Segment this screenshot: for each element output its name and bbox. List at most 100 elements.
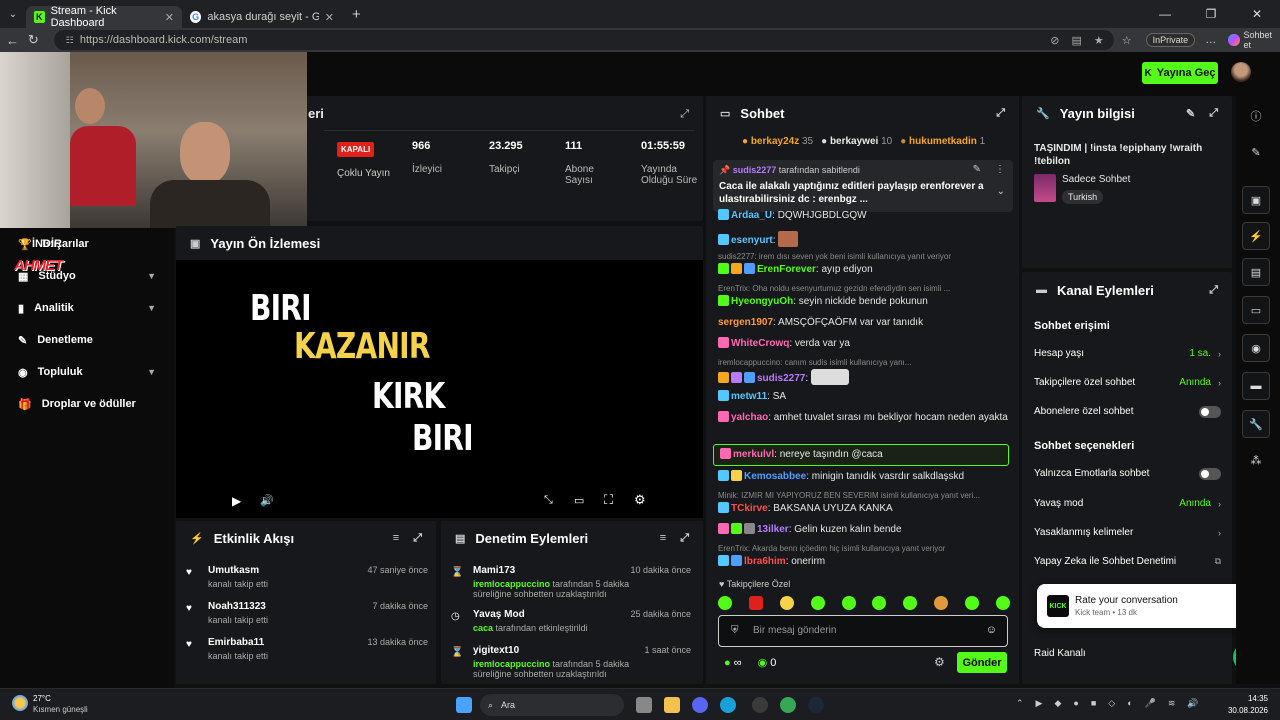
mod-by[interactable]: caca <box>473 623 493 633</box>
filter-icon[interactable]: ≡ <box>660 532 666 545</box>
lightning-icon[interactable]: ⚡ <box>1242 222 1270 250</box>
url-field[interactable]: ☷ https://dashboard.kick.com/stream ⊘ ▤ … <box>53 30 1114 50</box>
emote-icon[interactable] <box>748 596 763 610</box>
settings-gear-icon[interactable]: ⚙ <box>634 492 646 508</box>
tray-icon[interactable]: ◆ <box>1054 698 1061 709</box>
start-icon[interactable] <box>456 697 472 713</box>
close-window-icon[interactable]: ✕ <box>1234 7 1280 21</box>
copilot-button[interactable]: Sohbet et <box>1228 30 1280 50</box>
tracking-icon[interactable]: ⊘ <box>1050 34 1059 47</box>
emote-icon[interactable] <box>779 596 794 610</box>
tab-kick-dashboard[interactable]: K Stream - Kick Dashboard ✕ <box>26 5 182 29</box>
inprivate-badge[interactable]: InPrivate <box>1145 33 1196 47</box>
chat-username[interactable]: sergen1907 <box>718 317 773 328</box>
chat-username[interactable]: Kemosabbee <box>744 471 806 482</box>
emote-icon[interactable] <box>995 596 1010 610</box>
chat-username[interactable]: yalchao <box>731 412 768 423</box>
chat-username[interactable]: ErenForever <box>757 264 816 275</box>
send-button[interactable]: Gönder <box>957 652 1007 673</box>
weather-icon[interactable] <box>12 695 28 711</box>
window-icon[interactable]: ▬ <box>1242 372 1270 400</box>
ai-mod-row[interactable]: Yapay Zeka ile Sohbet Denetimi ⧉ <box>1034 556 1221 567</box>
maximize-icon[interactable]: ❐ <box>1188 7 1234 21</box>
raid-row[interactable]: Raid Kanalı <box>1034 648 1221 659</box>
chat-username[interactable]: Ardaa_U <box>731 210 772 221</box>
gifter-name[interactable]: berkaywei <box>830 136 878 147</box>
tray-icon[interactable]: ■ <box>1091 698 1096 709</box>
points-icon[interactable]: ● ∞ <box>724 657 742 669</box>
pinned-message[interactable]: 📌 sudis2277 tarafından sabitlendi ✎ ⋮ Cac… <box>713 160 1013 212</box>
emote-icon[interactable] <box>903 596 918 610</box>
chat-username[interactable]: merkulvl <box>733 449 774 460</box>
new-tab-icon[interactable]: + <box>352 6 361 23</box>
tray-icon[interactable]: ◇ <box>1108 698 1115 709</box>
volume-icon[interactable]: 🔊 <box>260 494 274 507</box>
tray-icon[interactable]: ◐ <box>1127 698 1132 709</box>
gifter-name[interactable]: hukumetkadin <box>909 136 977 147</box>
app-icon[interactable] <box>752 697 768 713</box>
tray-icon[interactable]: ● <box>1073 698 1078 709</box>
taskbar-search[interactable]: ⌕ Ara <box>480 694 624 716</box>
followers-chat-row[interactable]: Takipçilere özel sohbet Anında › <box>1034 377 1221 388</box>
chat-icon[interactable]: ▭ <box>1242 296 1270 324</box>
tray-icon[interactable]: ⌃ <box>1016 698 1024 709</box>
chat-username[interactable]: lbra6him <box>744 556 786 567</box>
edit-icon[interactable]: ✎ <box>1186 107 1195 120</box>
account-age-row[interactable]: Hesap yaşı 1 sa. › <box>1034 348 1221 359</box>
edit-icon[interactable]: ✎ <box>1242 138 1270 166</box>
chat-username[interactable]: HyeongyuOh <box>731 296 793 307</box>
notification-toast[interactable]: KICK Rate your conversation Kick team • … <box>1037 584 1263 628</box>
emote-icon[interactable] <box>872 596 887 610</box>
sidebar-item-analytics[interactable]: ▮ Analitik ▼ <box>0 292 174 324</box>
chrome-icon[interactable] <box>780 697 796 713</box>
popout-icon[interactable]: ⤡ <box>544 494 553 507</box>
emote-icon[interactable] <box>965 596 979 610</box>
back-icon[interactable]: ← <box>2 33 23 48</box>
emoji-icon[interactable]: ☺ <box>986 624 997 636</box>
mic-icon[interactable]: 🎤 <box>1145 698 1156 709</box>
expand-icon[interactable]: ⤢ <box>680 532 689 545</box>
preview-video[interactable]: BIRI KAZANIR KIRK BIRI ▶ 🔊 ⤡ ▭ ⛶ ⚙ <box>176 260 703 518</box>
speaker-icon[interactable]: 🔊 <box>1187 698 1198 709</box>
emote-icon[interactable] <box>934 596 949 610</box>
sidebar-item-community[interactable]: ◉ Topluluk ▼ <box>0 356 174 388</box>
close-tab-icon[interactable]: ✕ <box>325 11 334 24</box>
go-live-button[interactable]: K Yayına Geç <box>1142 62 1218 84</box>
wrench-icon[interactable]: 🔧 <box>1242 410 1270 438</box>
community-icon[interactable]: ⁂ <box>1242 446 1270 474</box>
steam-icon[interactable] <box>808 697 824 713</box>
expand-icon[interactable]: ⤢ <box>1209 284 1218 297</box>
chat-username[interactable]: TCkirve <box>731 503 768 514</box>
channel-points[interactable]: ◉ 0 <box>758 656 777 669</box>
emote-icon[interactable] <box>841 596 856 610</box>
tab-list-icon[interactable]: ⌄ <box>0 9 26 20</box>
favorite-star-icon[interactable]: ★ <box>1094 34 1104 47</box>
slow-mode-row[interactable]: Yavaş mod Anında › <box>1034 498 1221 509</box>
subs-chat-toggle[interactable] <box>1199 405 1221 418</box>
emote-only-toggle[interactable] <box>1199 467 1221 480</box>
pinned-by[interactable]: sudis2277 <box>733 165 777 175</box>
expand-icon[interactable]: ⤢ <box>413 532 422 545</box>
reader-icon[interactable]: ▤ <box>1072 34 1082 47</box>
close-tab-icon[interactable]: ✕ <box>165 11 174 24</box>
sidebar-item-achievements[interactable]: 🏆 Başarılar <box>0 228 174 260</box>
unpin-icon[interactable]: ✎ <box>973 164 981 175</box>
refresh-icon[interactable]: ↻ <box>23 32 44 48</box>
shield-icon[interactable]: ⛨ <box>731 625 739 636</box>
sidebar-item-drops[interactable]: 🎁 Droplar ve ödüller <box>0 388 174 420</box>
theater-icon[interactable]: ▭ <box>574 494 584 507</box>
avatar[interactable] <box>1231 62 1251 82</box>
info-icon[interactable]: ⓘ <box>1242 102 1270 130</box>
more-icon[interactable]: ⋮ <box>995 164 1005 175</box>
mod-by[interactable]: iremlocappuccino <box>473 659 550 669</box>
fullscreen-icon[interactable]: ⛶ <box>604 492 613 508</box>
chat-username[interactable]: WhiteCrowq <box>731 338 789 349</box>
play-icon[interactable]: ▶ <box>232 494 241 508</box>
minimize-icon[interactable]: — <box>1142 7 1188 21</box>
tab-google[interactable]: G akasya durağı seyit - Google'da A ✕ <box>182 6 342 28</box>
tag-chip[interactable]: Turkish <box>1062 190 1104 204</box>
chat-settings-icon[interactable]: ⚙ <box>934 655 945 669</box>
site-info-icon[interactable]: ☷ <box>66 35 74 46</box>
record-icon[interactable]: ◉ <box>1242 334 1270 362</box>
more-menu-icon[interactable]: … <box>1205 34 1216 46</box>
